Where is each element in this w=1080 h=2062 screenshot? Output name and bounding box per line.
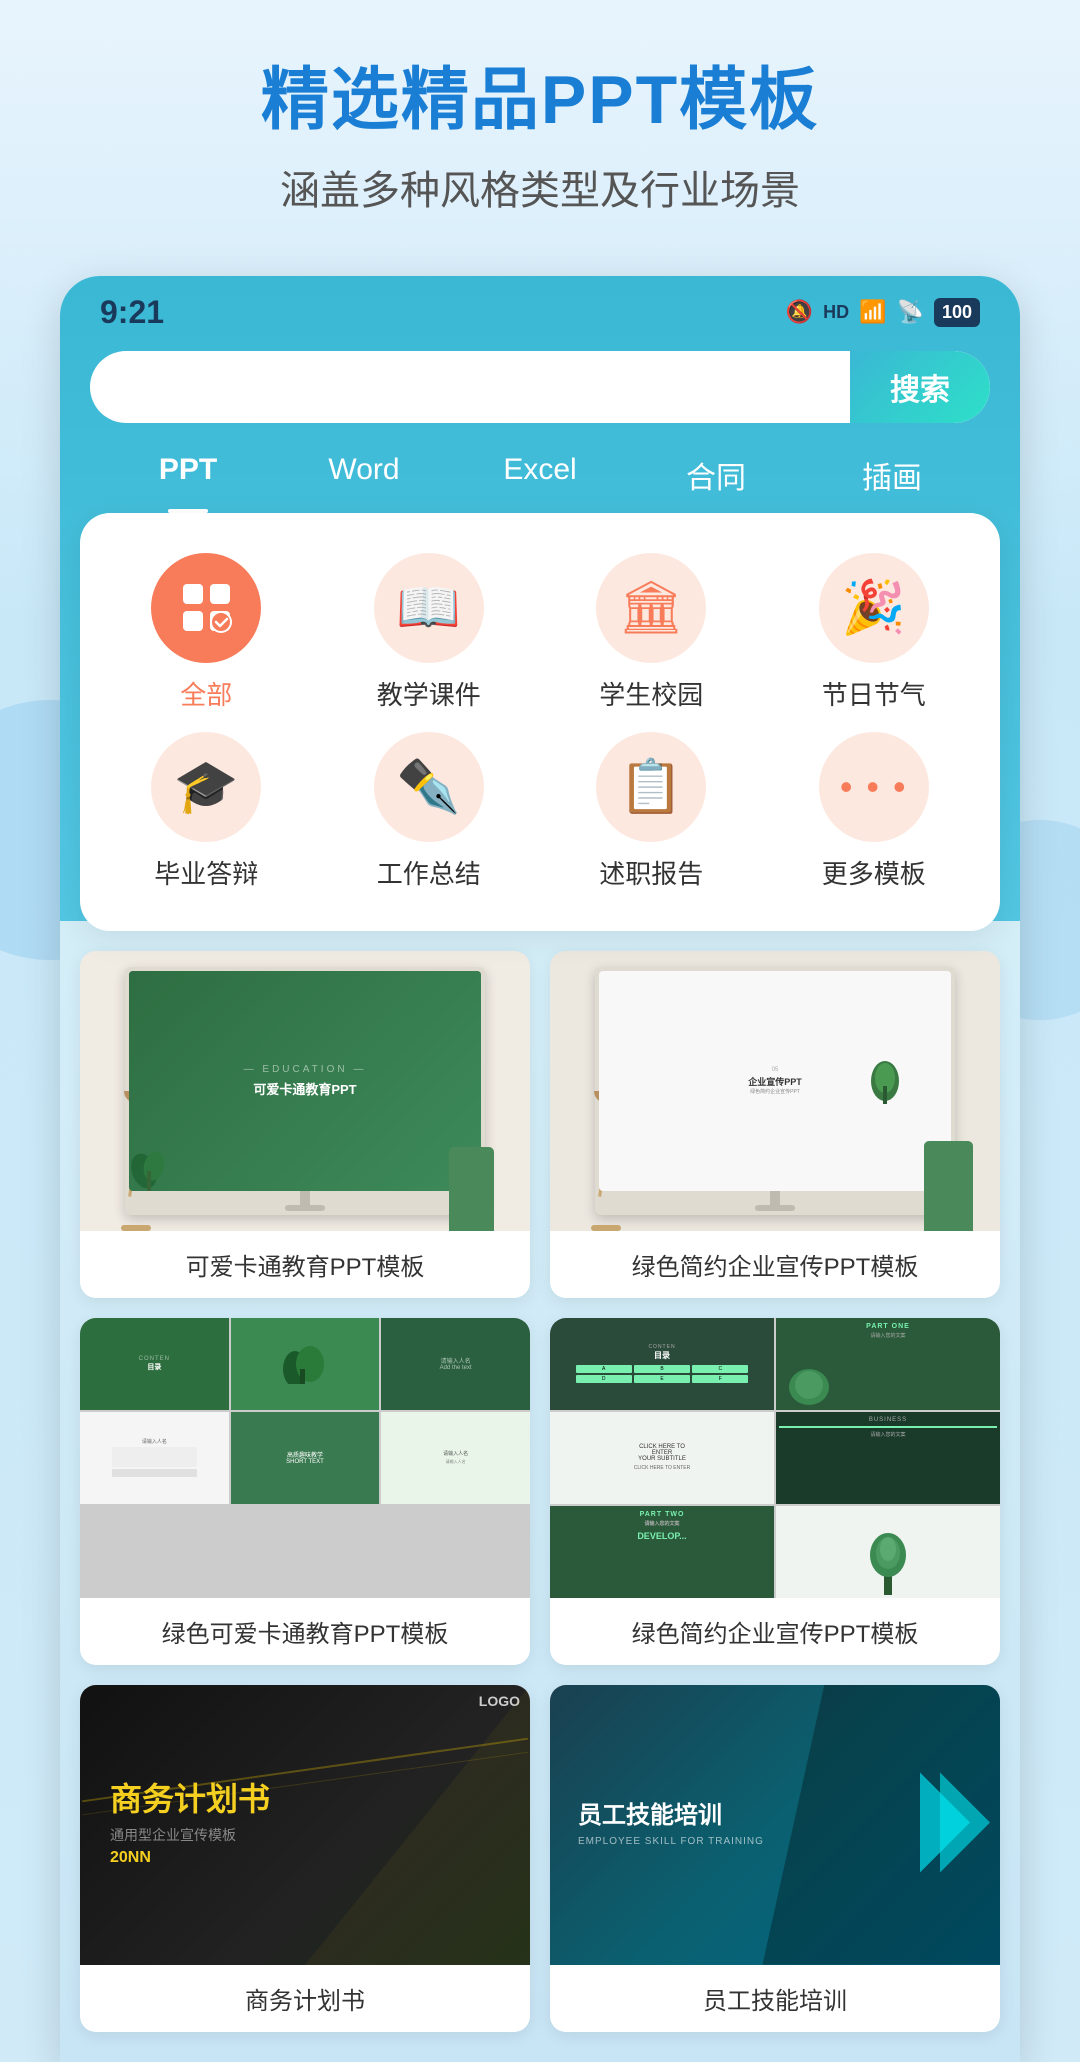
template-label-green-edu-collage: 绿色可爱卡通教育PPT模板 xyxy=(80,1598,530,1665)
status-bar: 9:21 🔕 HD 📶 📡 100 xyxy=(60,276,1020,341)
tab-bar: PPT Word Excel 合同 插画 xyxy=(60,439,1020,513)
category-work-label: 工作总结 xyxy=(377,854,481,891)
status-icons: 🔕 HD 📶 📡 100 xyxy=(786,298,980,327)
hero-section: 精选精品PPT模板 涵盖多种风格类型及行业场景 9:21 🔕 HD 📶 📡 10… xyxy=(0,0,1080,2062)
search-input[interactable] xyxy=(90,371,850,403)
template-image-green-edu: — EDUCATION — 可爱卡通教育PPT xyxy=(80,951,530,1231)
template-image-green-edu-collage: CONTEN 目录 请输入人名Ad xyxy=(80,1318,530,1598)
search-bar[interactable]: 搜索 xyxy=(90,351,990,423)
phone-frame: 9:21 🔕 HD 📶 📡 100 搜索 PPT Word xyxy=(60,276,1020,2062)
status-time: 9:21 xyxy=(100,294,164,331)
signal-text: HD xyxy=(823,302,849,323)
template-image-teal-training: 员工技能培训 EMPLOYEE SKILL FOR TRAINING xyxy=(550,1685,1000,1965)
category-graduation[interactable]: 🎓 毕业答辩 xyxy=(100,732,313,891)
template-label-green-biz-collage: 绿色简约企业宣传PPT模板 xyxy=(550,1598,1000,1665)
tab-chuhua[interactable]: 插画 xyxy=(804,439,980,513)
category-all[interactable]: 全部 xyxy=(100,553,313,712)
template-label-teal-training: 员工技能培训 xyxy=(550,1965,1000,2032)
tab-ppt[interactable]: PPT xyxy=(100,439,276,513)
category-grid: 全部 📖 教学课件 🏛 学生校园 🎉 xyxy=(100,553,980,891)
signal-bars-icon: 📶 xyxy=(859,299,886,325)
category-teaching-label: 教学课件 xyxy=(377,675,481,712)
tab-excel[interactable]: Excel xyxy=(452,439,628,513)
template-label-dark-biz: 商务计划书 xyxy=(80,1965,530,2032)
template-label-green-biz: 绿色简约企业宣传PPT模板 xyxy=(550,1231,1000,1298)
wifi-icon: 📡 xyxy=(897,299,924,325)
search-button[interactable]: 搜索 xyxy=(850,351,990,423)
category-holiday[interactable]: 🎉 节日节气 xyxy=(768,553,981,712)
template-grid: — EDUCATION — 可爱卡通教育PPT xyxy=(80,951,1000,2032)
mute-icon: 🔕 xyxy=(786,299,813,325)
category-report[interactable]: 📋 述职报告 xyxy=(545,732,758,891)
category-more-label: 更多模板 xyxy=(822,854,926,891)
category-holiday-label: 节日节气 xyxy=(822,675,926,712)
template-section: — EDUCATION — 可爱卡通教育PPT xyxy=(60,921,1020,2062)
category-graduation-label: 毕业答辩 xyxy=(154,854,258,891)
template-card-dark-biz[interactable]: LOGO 商务计划书 通用型企业宣传模板 20NN xyxy=(80,1685,530,2032)
template-label-green-edu: 可爱卡通教育PPT模板 xyxy=(80,1231,530,1298)
template-image-dark-biz: LOGO 商务计划书 通用型企业宣传模板 20NN xyxy=(80,1685,530,1965)
page-title: 精选精品PPT模板 xyxy=(40,60,1040,142)
category-campus[interactable]: 🏛 学生校园 xyxy=(545,553,758,712)
template-card-teal-training[interactable]: 员工技能培训 EMPLOYEE SKILL FOR TRAINING 员工技能培… xyxy=(550,1685,1000,2032)
category-all-label: 全部 xyxy=(180,675,232,712)
category-card: 全部 📖 教学课件 🏛 学生校园 🎉 xyxy=(80,513,1000,931)
tab-hetong[interactable]: 合同 xyxy=(628,439,804,513)
category-campus-label: 学生校园 xyxy=(599,675,703,712)
category-more[interactable]: • • • 更多模板 xyxy=(768,732,981,891)
tab-word[interactable]: Word xyxy=(276,439,452,513)
template-card-green-edu-collage[interactable]: CONTEN 目录 请输入人名Ad xyxy=(80,1318,530,1665)
template-image-green-biz-collage: CONTEN 目录 A B C D E F xyxy=(550,1318,1000,1598)
template-card-green-biz[interactable]: 05 企业宣传PPT 绿色简约企业宣传PPT xyxy=(550,951,1000,1298)
template-card-green-edu[interactable]: — EDUCATION — 可爱卡通教育PPT xyxy=(80,951,530,1298)
search-bar-container: 搜索 xyxy=(60,341,1020,439)
category-report-label: 述职报告 xyxy=(599,854,703,891)
category-teaching[interactable]: 📖 教学课件 xyxy=(323,553,536,712)
hero-subtitle: 涵盖多种风格类型及行业场景 xyxy=(40,158,1040,216)
template-card-green-biz-collage[interactable]: CONTEN 目录 A B C D E F xyxy=(550,1318,1000,1665)
category-work[interactable]: ✒️ 工作总结 xyxy=(323,732,536,891)
template-image-green-biz: 05 企业宣传PPT 绿色简约企业宣传PPT xyxy=(550,951,1000,1231)
battery-indicator: 100 xyxy=(934,298,980,327)
